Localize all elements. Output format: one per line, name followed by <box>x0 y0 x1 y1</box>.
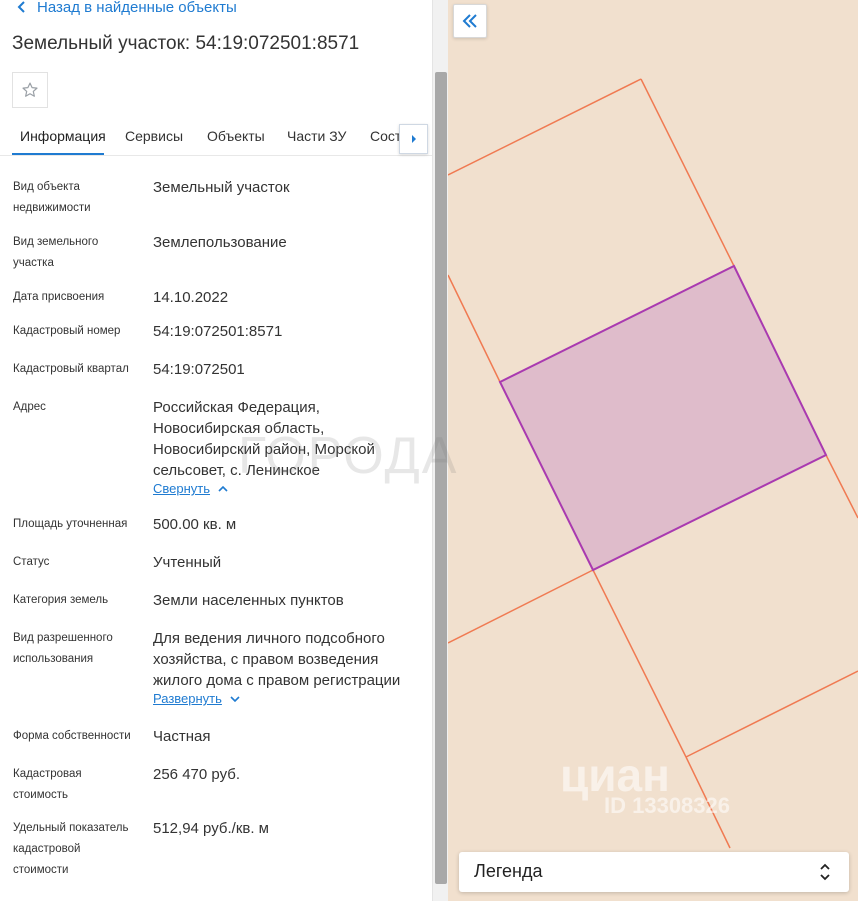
legend-dropdown[interactable]: Легенда <box>459 852 849 892</box>
field-value: 256 470 руб. <box>153 766 240 783</box>
panel-scrollbar[interactable] <box>432 0 448 901</box>
chevron-up-icon <box>218 485 228 492</box>
chevron-up-down-icon <box>820 863 830 881</box>
collapse-label: Свернуть <box>153 481 211 496</box>
chevron-down-icon <box>230 695 240 702</box>
field-label: Адрес <box>13 401 46 413</box>
field-label: Удельный показатель кадастровой стоимост… <box>13 822 129 876</box>
map-view[interactable] <box>448 0 858 901</box>
back-link[interactable]: Назад в найденные объекты <box>17 0 237 17</box>
page-title: Земельный участок: 54:19:072501:8571 <box>12 33 360 54</box>
field-value: Учтенный <box>153 554 222 571</box>
field-label: Дата присвоения <box>13 291 105 303</box>
field-label: Статус <box>13 556 50 568</box>
tab-parts[interactable]: Части ЗУ <box>287 128 346 144</box>
chevron-left-icon <box>17 1 25 13</box>
back-link-label: Назад в найденные объекты <box>37 0 237 16</box>
collapse-address-link[interactable]: Свернуть <box>153 481 228 496</box>
legend-label: Легенда <box>474 861 543 881</box>
field-value: Земли населенных пунктов <box>153 592 344 609</box>
parcel-boundary <box>825 454 858 519</box>
field-label: Площадь уточненная <box>13 518 128 530</box>
tab-bar: Информация Сервисы Объекты Части ЗУ Сост… <box>12 120 432 156</box>
field-value: Земельный участок <box>153 179 290 196</box>
parcel-boundary <box>448 274 501 383</box>
parcel-boundary <box>685 670 858 758</box>
parcel-boundary <box>448 569 594 644</box>
field-value: 54:19:072501:8571 <box>153 323 283 340</box>
info-panel: Назад в найденные объекты Земельный учас… <box>0 0 432 901</box>
field-value: 54:19:072501 <box>153 361 245 378</box>
field-value: Частная <box>153 728 211 745</box>
field-value: 500.00 кв. м <box>153 516 237 533</box>
field-value: 14.10.2022 <box>153 289 229 306</box>
tabs-next-button[interactable] <box>399 124 428 154</box>
collapse-panel-button[interactable] <box>453 4 487 38</box>
favorite-button[interactable] <box>12 72 48 108</box>
field-value: Для ведения личного подсобного хозяйства… <box>153 630 401 689</box>
scrollbar-thumb[interactable] <box>435 72 447 884</box>
expand-label: Развернуть <box>153 691 222 706</box>
cadastral-map <box>448 78 858 849</box>
parcel-boundary <box>640 78 735 267</box>
field-value: Российская Федерация, Новосибирская обла… <box>153 399 375 479</box>
chevron-right-icon <box>411 135 416 143</box>
tab-objects[interactable]: Объекты <box>207 128 265 144</box>
field-label: Форма собственности <box>13 730 131 742</box>
parcel-boundary <box>592 569 687 758</box>
field-label: Вид земельного участка <box>13 236 99 269</box>
field-value: 512,94 руб./кв. м <box>153 820 269 837</box>
field-label: Вид разрешенного использования <box>13 632 113 665</box>
field-label: Вид объекта недвижимости <box>13 181 91 214</box>
parcel-boundary <box>685 756 731 849</box>
field-label: Категория земель <box>13 594 109 606</box>
field-value: Землепользование <box>153 234 287 251</box>
expand-usage-link[interactable]: Развернуть <box>153 691 240 706</box>
tabs-divider <box>0 155 432 156</box>
field-label: Кадастровый номер <box>13 325 121 337</box>
double-chevron-left-icon <box>462 14 477 28</box>
field-label: Кадастровая стоимость <box>13 768 82 801</box>
parcel-boundary <box>448 78 642 176</box>
tab-info[interactable]: Информация <box>20 128 106 144</box>
star-icon <box>22 82 38 97</box>
field-label: Кадастровый квартал <box>13 363 129 375</box>
selected-parcel <box>498 264 828 572</box>
tab-services[interactable]: Сервисы <box>125 128 183 144</box>
